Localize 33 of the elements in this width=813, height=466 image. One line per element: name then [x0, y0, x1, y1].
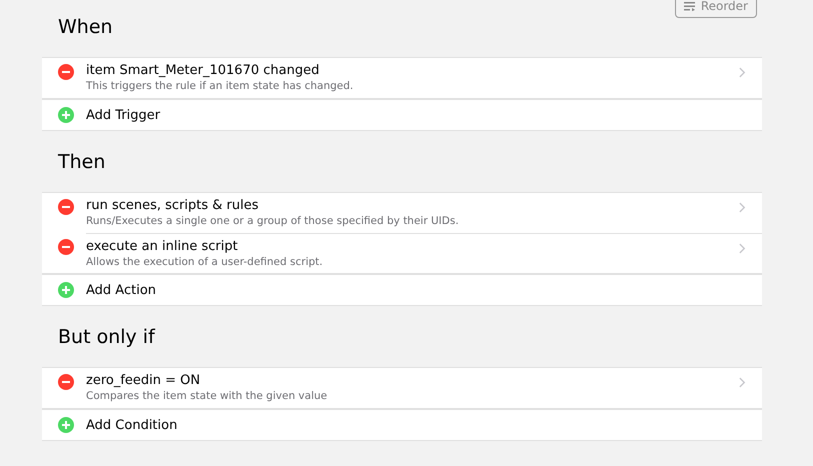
section-heading: Then	[58, 150, 106, 174]
section-heading: When	[58, 15, 114, 39]
item-description: Compares the item state with the given value	[86, 389, 328, 403]
add-icon	[58, 107, 74, 123]
list-item[interactable]: zero_feedin = ON Compares the item state with the given value	[86, 368, 762, 408]
add-icon	[58, 417, 74, 433]
item-title: run scenes, scripts & rules	[86, 198, 260, 214]
item-title: execute an inline script	[86, 239, 239, 255]
item-description: Allows the execution of a user-defined script.	[86, 255, 324, 269]
add-row[interactable]: Add Condition	[42, 408, 762, 440]
add-icon	[58, 282, 74, 298]
remove-icon[interactable]	[58, 239, 74, 255]
chevron-icon	[739, 377, 746, 388]
chevron-icon	[739, 202, 746, 213]
list-item[interactable]: execute an inline script Allows the execution of a user-defined script.	[86, 233, 762, 273]
add-label: Add Trigger	[86, 108, 160, 122]
remove-icon[interactable]	[58, 199, 74, 215]
add-label: Add Action	[86, 282, 156, 298]
chevron-icon	[739, 243, 746, 254]
chevron-icon	[739, 67, 746, 78]
item-title: item Smart_Meter_101670 changed	[86, 63, 320, 79]
item-title: zero_feedin = ON	[86, 373, 202, 389]
item-description: Runs/Executes a single one or a group of those specified by their UIDs.	[86, 214, 460, 228]
add-row[interactable]: Add Action	[42, 273, 762, 305]
remove-icon[interactable]	[58, 374, 74, 390]
list-item[interactable]: item Smart_Meter_101670 changed This triggers the rule if an item state has changed.	[86, 58, 762, 98]
section-heading: But only if	[58, 325, 156, 349]
add-row[interactable]: Add Trigger	[42, 98, 762, 130]
remove-icon[interactable]	[58, 64, 74, 80]
list-item[interactable]: run scenes, scripts & rules Runs/Executes a single one or a group of those specified by their UIDs.	[86, 193, 762, 233]
item-description: This triggers the rule if an item state has changed.	[86, 79, 354, 93]
add-label: Add Condition	[86, 418, 178, 432]
reorder-icon	[684, 2, 695, 10]
